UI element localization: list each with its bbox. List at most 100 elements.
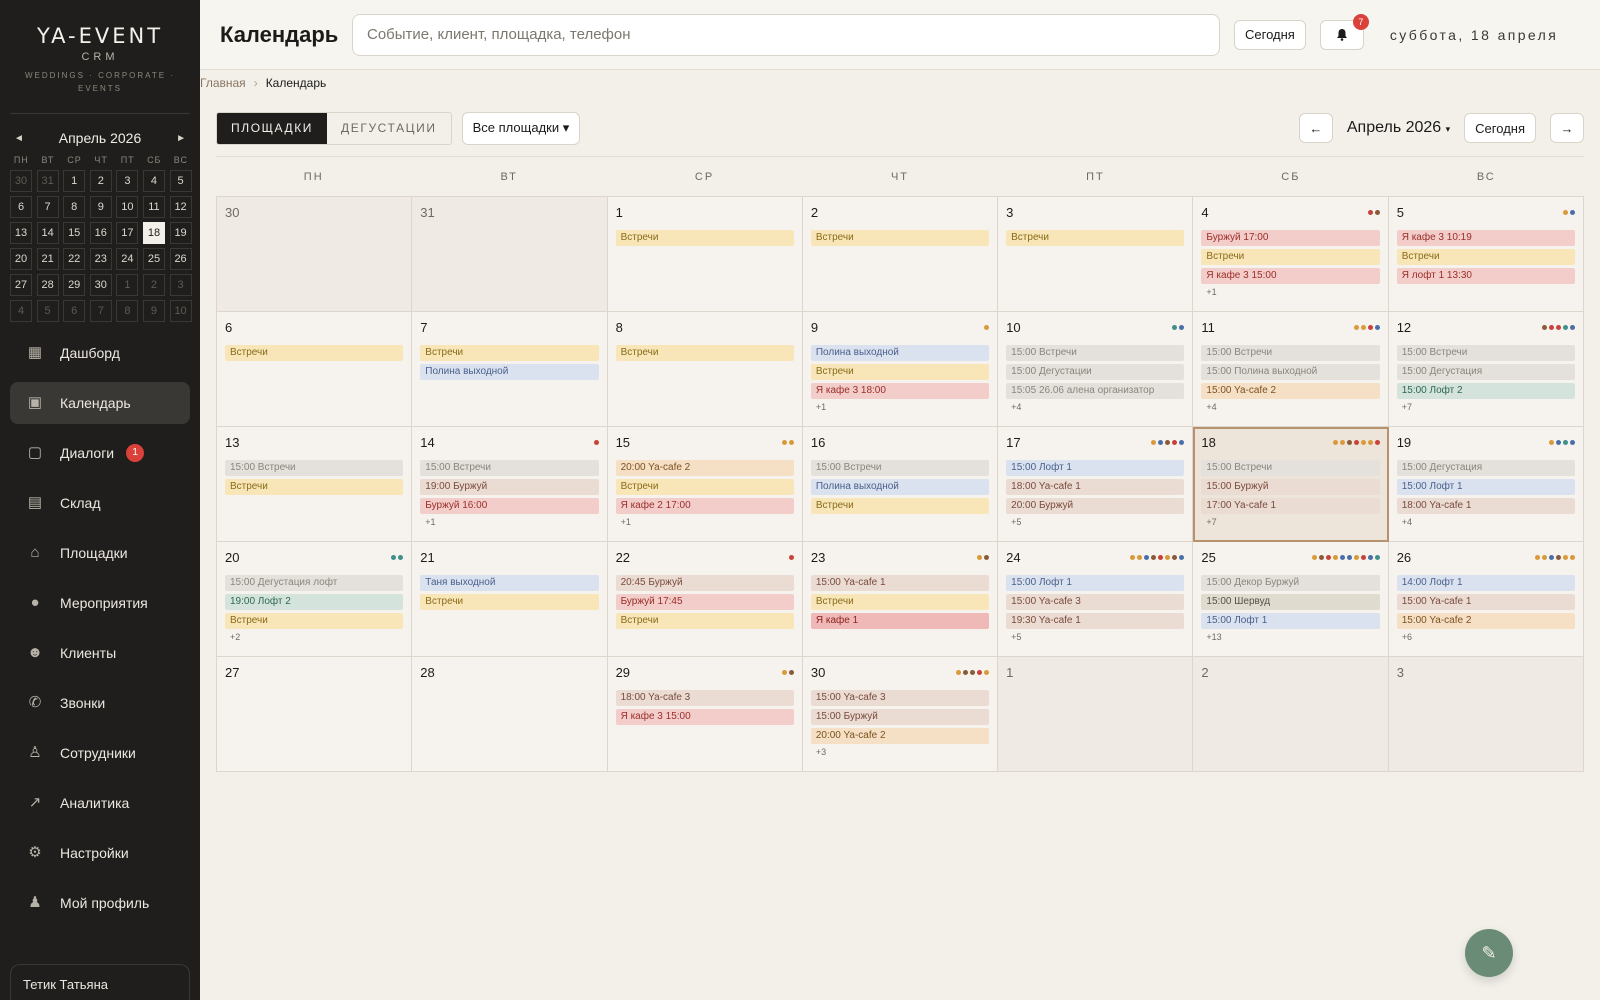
mini-calendar-day[interactable]: 6 (63, 300, 86, 322)
day-cell[interactable]: 8 Встречи (607, 312, 803, 427)
event-chip[interactable]: 15:00 Дегустация (1396, 364, 1575, 380)
notifications-button[interactable]: 7 (1319, 13, 1369, 50)
mini-calendar-day[interactable]: 9 (89, 196, 112, 218)
event-chip[interactable]: 15:00 Лофт 1 (1006, 575, 1185, 591)
day-cell[interactable]: 10 15:00 Встречи 15:00 Дегустации 15:05 26.… (998, 312, 1194, 427)
event-chip[interactable]: 20:45 Буржуй (615, 575, 794, 591)
mini-calendar-day[interactable]: 12 (169, 196, 192, 218)
day-cell[interactable]: 13 15:00 Встречи Встречи (217, 427, 413, 542)
mini-calendar-day[interactable]: 14 (36, 222, 59, 244)
event-chip[interactable]: 15:00 Ya-cafe 2 (1201, 383, 1380, 399)
event-chip[interactable]: Встречи (225, 479, 404, 495)
day-cell[interactable]: 28 (412, 657, 608, 772)
event-chip[interactable]: 15:00 Встречи (810, 460, 990, 476)
day-cell[interactable]: 3 (1388, 657, 1584, 772)
event-chip[interactable]: Я кафе 1 (810, 613, 990, 629)
mini-calendar-day[interactable]: 5 (36, 300, 59, 322)
event-chip[interactable]: 15:00 Ya-cafe 3 (810, 690, 990, 706)
event-chip[interactable]: 15:00 Дегустации (1006, 364, 1185, 380)
day-cell[interactable]: 19 15:00 Дегустация 15:00 Лофт 1 18:00 Ya-c… (1388, 427, 1584, 542)
event-chip[interactable]: Я кафе 3 10:19 (1396, 230, 1575, 246)
mini-calendar-day[interactable]: 10 (116, 196, 139, 218)
mini-calendar-day[interactable]: 6 (10, 196, 32, 218)
event-chip[interactable]: Я кафе 3 15:00 (1201, 268, 1380, 284)
tab-venues[interactable]: ПЛОЩАДКИ (217, 112, 328, 144)
mini-calendar-day[interactable]: 1 (63, 170, 86, 192)
mini-calendar-day[interactable]: 29 (63, 274, 86, 296)
event-chip[interactable]: Встречи (810, 498, 990, 514)
mini-calendar-day[interactable]: 8 (116, 300, 139, 322)
event-chip[interactable]: Встречи (615, 345, 794, 361)
mini-calendar-day[interactable]: 11 (142, 196, 165, 218)
mini-calendar-day[interactable]: 3 (169, 274, 192, 296)
day-cell[interactable]: 6 Встречи (217, 312, 413, 427)
more-events-link[interactable]: +7 (1397, 402, 1575, 412)
day-cell[interactable]: 31 (412, 197, 608, 312)
event-chip[interactable]: 15:00 Встречи (225, 460, 404, 476)
day-cell[interactable]: 26 14:00 Лофт 1 15:00 Ya-cafe 1 15:00 Ya-ca… (1388, 542, 1584, 657)
mini-calendar-day[interactable]: 21 (36, 248, 59, 270)
mini-calendar-day[interactable]: 2 (89, 170, 112, 192)
more-events-link[interactable]: +4 (1201, 402, 1379, 412)
more-events-link[interactable]: +5 (1006, 517, 1184, 527)
mini-calendar-next-icon[interactable]: ► (176, 133, 186, 144)
breadcrumb-home[interactable]: Главная (200, 76, 246, 90)
nav-item-10[interactable]: ⚙ Настройки (10, 832, 190, 874)
event-chip[interactable]: Я кафе 2 17:00 (615, 498, 794, 514)
more-events-link[interactable]: +4 (1006, 402, 1184, 412)
day-cell[interactable]: 11 15:00 Встречи 15:00 Полина выходной 15:0… (1193, 312, 1389, 427)
event-chip[interactable]: 14:00 Лофт 1 (1396, 575, 1575, 591)
day-cell[interactable]: 20 15:00 Дегустация лофт 19:00 Лофт 2 Встре… (217, 542, 413, 657)
mini-calendar-day[interactable]: 1 (116, 274, 139, 296)
mini-calendar-day[interactable]: 30 (10, 170, 32, 192)
mini-calendar-day[interactable]: 10 (169, 300, 192, 322)
event-chip[interactable]: 15:00 Встречи (1201, 460, 1380, 476)
event-chip[interactable]: Встречи (615, 230, 794, 246)
event-chip[interactable]: 18:00 Ya-cafe 1 (1396, 498, 1575, 514)
event-chip[interactable]: 15:00 Встречи (1396, 345, 1575, 361)
mini-calendar-day[interactable]: 19 (169, 222, 192, 244)
more-events-link[interactable]: +13 (1201, 632, 1379, 642)
mini-calendar-day[interactable]: 17 (116, 222, 139, 244)
calendar-today-button[interactable]: Сегодня (1464, 113, 1536, 143)
mini-calendar-day[interactable]: 8 (63, 196, 86, 218)
event-chip[interactable]: 15:00 Ya-cafe 2 (1396, 613, 1575, 629)
day-cell[interactable]: 27 (217, 657, 413, 772)
event-chip[interactable]: Встречи (810, 594, 990, 610)
app-logo[interactable]: YA-EVENT CRM WEDDINGS · CORPORATE · EVEN… (0, 0, 200, 95)
day-cell[interactable]: 2 Встречи (802, 197, 999, 312)
event-chip[interactable]: 15:00 Полина выходной (1201, 364, 1380, 380)
nav-item-9[interactable]: ↗ Аналитика (10, 782, 190, 824)
mini-calendar-day[interactable]: 31 (36, 170, 59, 192)
event-chip[interactable]: 15:05 26.06 алена организатор (1006, 383, 1185, 399)
day-cell[interactable]: 12 15:00 Встречи 15:00 Дегустация 15:00 Лоф… (1388, 312, 1584, 427)
next-month-button[interactable]: → (1550, 113, 1584, 143)
event-chip[interactable]: Встречи (615, 613, 794, 629)
user-chip[interactable]: Тетик Татьяна (10, 964, 190, 1000)
mini-calendar-day[interactable]: 28 (36, 274, 59, 296)
tab-tastings[interactable]: ДЕГУСТАЦИИ (327, 113, 451, 144)
more-events-link[interactable]: +6 (1397, 632, 1575, 642)
day-cell[interactable]: 24 15:00 Лофт 1 15:00 Ya-cafe 3 19:30 Ya-ca… (998, 542, 1194, 657)
event-chip[interactable]: Я лофт 1 13:30 (1396, 268, 1575, 284)
event-chip[interactable]: 18:00 Ya-cafe 3 (615, 690, 794, 706)
day-cell[interactable]: 3 Встречи (998, 197, 1194, 312)
day-cell[interactable]: 30 15:00 Ya-cafe 3 15:00 Буржуй 20:00 Ya-ca… (802, 657, 999, 772)
day-cell[interactable]: 17 15:00 Лофт 1 18:00 Ya-cafe 1 20:00 Буржу… (998, 427, 1194, 542)
event-chip[interactable]: Я кафе 3 15:00 (615, 709, 794, 725)
event-chip[interactable]: Встречи (1396, 249, 1575, 265)
event-chip[interactable]: Встречи (420, 345, 599, 361)
mini-calendar-day[interactable]: 2 (142, 274, 165, 296)
mini-calendar-day[interactable]: 7 (36, 196, 59, 218)
event-chip[interactable]: Встречи (1006, 230, 1185, 246)
event-chip[interactable]: Встречи (615, 479, 794, 495)
day-cell[interactable]: 15 20:00 Ya-cafe 2 Встречи Я кафе 2 17:00 +1 (607, 427, 803, 542)
mini-calendar-day[interactable]: 9 (142, 300, 165, 322)
day-cell[interactable]: 25 15:00 Декор Буржуй 15:00 Шервуд 15:00 Ло… (1193, 542, 1389, 657)
event-chip[interactable]: 15:00 Лофт 2 (1396, 383, 1575, 399)
event-chip[interactable]: Я кафе 3 18:00 (810, 383, 990, 399)
mini-calendar-day[interactable]: 13 (10, 222, 32, 244)
more-events-link[interactable]: +4 (1397, 517, 1575, 527)
mini-calendar-prev-icon[interactable]: ◄ (14, 133, 24, 144)
event-chip[interactable]: Встречи (810, 364, 990, 380)
